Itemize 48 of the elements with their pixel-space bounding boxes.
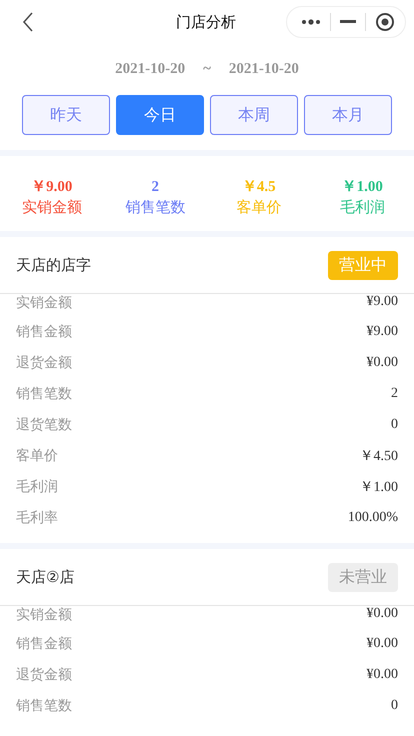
period-tab[interactable]: 昨天 (22, 95, 110, 135)
metric-value: 100.00% (348, 510, 398, 526)
end-date: 2021-10-20 (228, 60, 299, 78)
metric-value: ¥0.00 (366, 636, 398, 652)
period-tab[interactable]: 今日 (116, 95, 204, 135)
metric-label: 客单价 (16, 446, 58, 464)
metric-label: 毛利润 (16, 478, 58, 496)
start-date: 2021-10-20 (115, 60, 186, 78)
minimize-icon[interactable] (340, 20, 356, 24)
metric-value: ￥4.50 (360, 448, 398, 464)
metric-value: 0 (391, 698, 398, 714)
store-name: 天店的店字 (16, 256, 91, 274)
metric-label: 销售笔数 (16, 696, 72, 714)
metric-label: 销售笔数 (16, 384, 72, 402)
summary-label: 实销金额 (22, 197, 82, 218)
metric-label: 退货金额 (16, 354, 72, 372)
period-tab[interactable]: 本周 (210, 95, 298, 135)
metric-label: 退货笔数 (16, 416, 72, 434)
status-badge: 未营业 (328, 562, 398, 592)
metric-value: ¥0.00 (366, 666, 398, 682)
metric-label: 退货金额 (16, 666, 72, 684)
store-name: 天店②店 (16, 568, 74, 586)
metric-value: ￥1.00 (360, 478, 398, 496)
period-tab[interactable]: 本月 (304, 95, 392, 135)
summary-label: 销售笔数 (125, 197, 186, 218)
metric-value: 0 (391, 416, 398, 432)
date-separator: ~ (203, 60, 211, 78)
more-icon[interactable] (301, 18, 321, 26)
back-icon[interactable] (22, 12, 34, 32)
metric-label: 销售金额 (16, 634, 72, 652)
metric-value: 2 (391, 386, 398, 402)
summary-value: ￥1.00 (342, 178, 383, 196)
summary-label: 客单价 (236, 197, 282, 218)
metric-value: ¥9.00 (366, 324, 398, 340)
page-title: 门店分析 (176, 12, 236, 32)
metric-value: ¥9.00 (366, 294, 398, 310)
summary-value: ￥9.00 (31, 178, 72, 196)
metric-label: 实销金额 (16, 294, 72, 312)
summary-label: 毛利润 (340, 197, 385, 218)
metric-label: 销售金额 (16, 322, 72, 340)
summary-value: 2 (152, 178, 159, 196)
metric-label: 实销金额 (16, 606, 72, 624)
metric-value: ¥0.00 (366, 606, 398, 622)
status-badge: 营业中 (328, 250, 398, 280)
close-icon[interactable] (375, 12, 395, 32)
summary-value: ￥4.5 (242, 178, 276, 196)
metric-label: 毛利率 (16, 508, 58, 526)
metric-value: ¥0.00 (366, 354, 398, 370)
